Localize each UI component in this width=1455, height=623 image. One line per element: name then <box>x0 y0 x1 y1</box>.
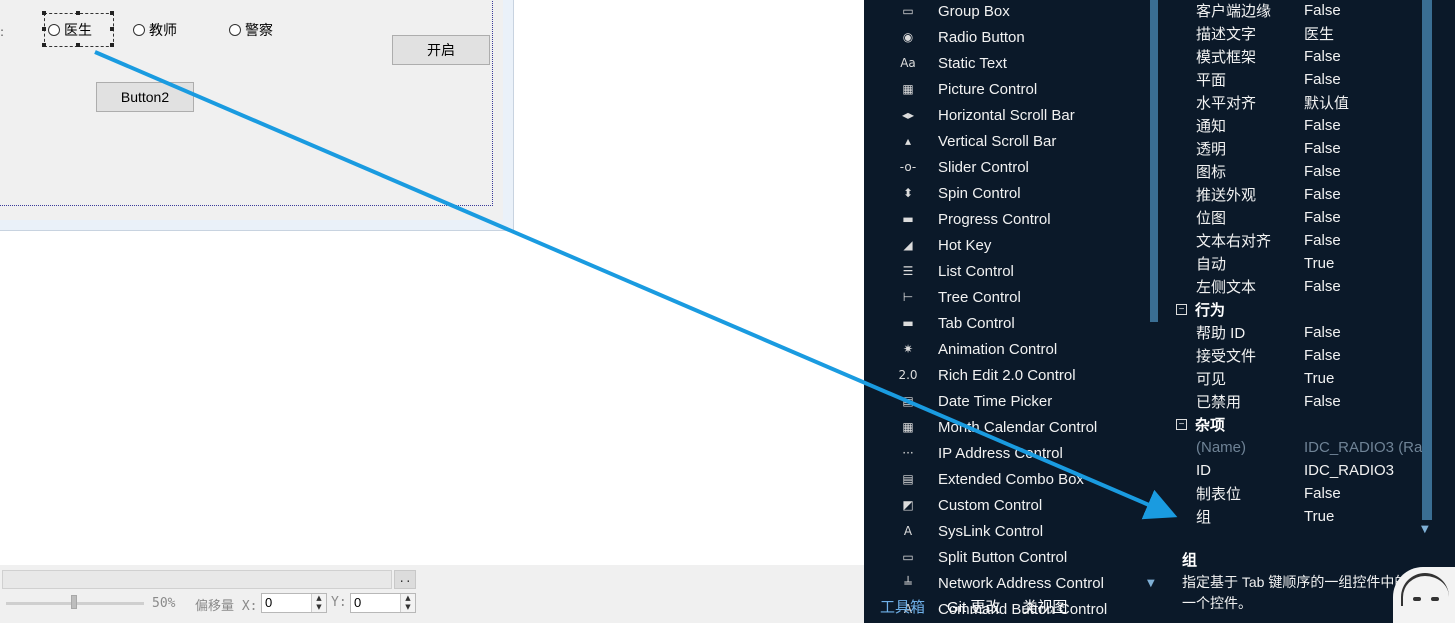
annotation-arrow <box>94 50 1178 520</box>
